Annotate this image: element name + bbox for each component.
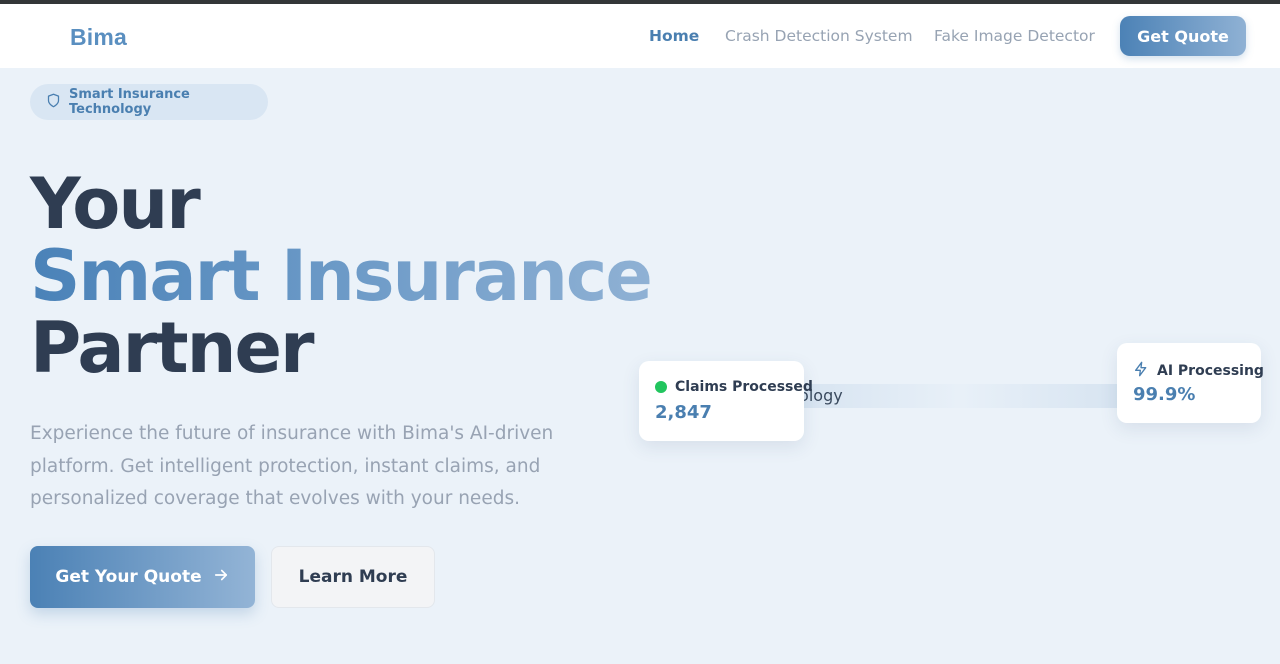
get-your-quote-label: Get Your Quote — [55, 567, 202, 587]
hero-title-line-1: Your — [30, 163, 201, 245]
ai-processing-card: AI Processing 99.9% — [1117, 343, 1264, 423]
hero-title: Your Smart Insurance Partner — [30, 168, 653, 384]
ai-processing-label: AI Processing — [1157, 363, 1264, 379]
get-quote-button[interactable]: Get Quote — [1120, 16, 1246, 56]
brand-logo[interactable]: Bima — [70, 24, 127, 51]
claims-processed-value: 2,847 — [655, 402, 712, 423]
shield-icon — [46, 93, 61, 112]
hero-badge: Smart Insurance Technology — [30, 84, 268, 120]
get-your-quote-button[interactable]: Get Your Quote — [30, 546, 255, 608]
ai-processing-value: 99.9% — [1133, 384, 1196, 405]
nav-link-crash-detection[interactable]: Crash Detection System — [725, 27, 913, 45]
lightning-icon — [1133, 361, 1149, 381]
arrow-right-icon — [212, 566, 230, 589]
nav-link-home[interactable]: Home — [649, 27, 699, 45]
hero-description: Experience the future of insurance with … — [30, 423, 554, 509]
hero-visual-band: Smart Insurance Technology — [800, 384, 1120, 408]
claims-processed-card: Claims Processed 2,847 — [639, 361, 813, 441]
hero-title-line-3: Partner — [30, 307, 314, 389]
hero-badge-label: Smart Insurance Technology — [69, 87, 190, 117]
navbar: Bima Home Crash Detection System Fake Im… — [0, 4, 1280, 68]
claims-processed-label: Claims Processed — [675, 379, 813, 395]
hero-title-highlight: Smart Insurance — [30, 235, 653, 317]
status-dot-icon — [655, 381, 667, 393]
learn-more-button[interactable]: Learn More — [271, 546, 435, 608]
nav-link-fake-image-detector[interactable]: Fake Image Detector — [934, 27, 1095, 45]
